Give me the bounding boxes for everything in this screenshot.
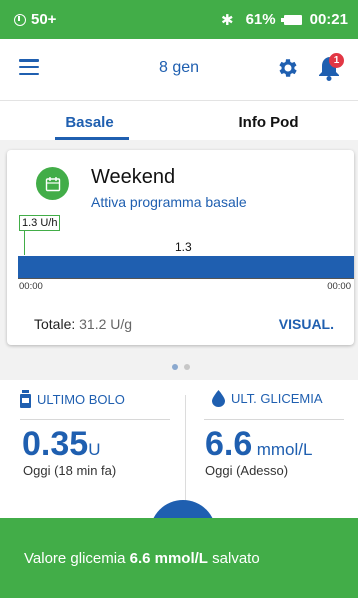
- last-bolus-value: 0.35U: [22, 425, 100, 464]
- last-glucose-unit: mmol/L: [256, 440, 313, 459]
- last-bolus-title: ULTIMO BOLO: [37, 391, 125, 407]
- notification-badge: 1: [329, 53, 344, 68]
- last-bolus-amount: 0.35: [22, 425, 89, 463]
- total-row: Totale: 31.2 U/g: [34, 316, 132, 332]
- basal-rate-bar: [18, 256, 354, 278]
- page-title: 8 gen: [158, 59, 200, 76]
- snackbar-value: 6.6 mmol/L: [129, 549, 208, 567]
- last-glucose-amount: 6.6: [205, 425, 253, 463]
- tab-basale[interactable]: Basale: [0, 101, 179, 140]
- status-time: 00:21: [309, 11, 348, 28]
- blood-drop-icon: [212, 390, 225, 407]
- total-label: Totale:: [34, 316, 76, 332]
- calendar-icon: [36, 167, 69, 200]
- gear-icon[interactable]: [276, 56, 300, 80]
- page-indicator: [172, 364, 190, 370]
- status-right: ✱ 61% 00:21: [221, 11, 348, 29]
- time-start-label: 00:00: [19, 281, 43, 292]
- panel-divider: [185, 395, 186, 515]
- total-value: 31.2 U/g: [79, 316, 133, 332]
- last-glucose-header: ULT. GLICEMIA: [212, 390, 323, 407]
- last-bolus-unit: U: [88, 440, 101, 459]
- program-name: Weekend: [91, 166, 176, 188]
- last-bolus-underline: [20, 419, 170, 420]
- tab-bar: Basale Info Pod: [0, 100, 358, 140]
- notifications-button[interactable]: 1: [318, 53, 344, 81]
- status-left: 50+: [14, 11, 56, 28]
- page-dot: [184, 364, 190, 370]
- battery-percent: 61%: [245, 11, 276, 28]
- activate-program-link[interactable]: Attiva programma basale: [91, 194, 247, 210]
- page-dot-active: [172, 364, 178, 370]
- tab-info-pod[interactable]: Info Pod: [179, 101, 358, 140]
- current-time-marker: [24, 231, 25, 255]
- status-bar: 50+ ✱ 61% 00:21: [0, 0, 358, 39]
- last-glucose-title: ULT. GLICEMIA: [231, 391, 323, 406]
- insulin-vial-icon: [20, 390, 31, 408]
- snackbar-suffix: salvato: [212, 549, 260, 567]
- snackbar: Valore glicemia 6.6 mmol/L salvato: [0, 518, 358, 598]
- last-glucose-time: Oggi (Adesso): [205, 463, 289, 478]
- time-end-label: 00:00: [327, 281, 351, 292]
- bar-value-label: 1.3: [175, 240, 192, 254]
- current-rate-label: 1.3 U/h: [19, 215, 61, 231]
- view-button[interactable]: VISUAL.: [279, 316, 334, 332]
- sim-icon: [14, 13, 26, 26]
- last-bolus-header: ULTIMO BOLO: [20, 390, 125, 408]
- snackbar-prefix: Valore glicemia: [24, 549, 126, 567]
- time-axis: [18, 278, 354, 279]
- basal-program-card: Weekend Attiva programma basale 1.3 U/h …: [7, 150, 354, 345]
- last-bolus-time: Oggi (18 min fa): [23, 463, 117, 478]
- notification-count: 50+: [31, 11, 57, 28]
- battery-charging-icon: [280, 14, 302, 25]
- bluetooth-icon: ✱: [221, 11, 234, 29]
- last-glucose-underline: [204, 419, 344, 420]
- last-glucose-value: 6.6 mmol/L: [205, 425, 312, 464]
- app-bar: 8 gen 1: [0, 39, 358, 99]
